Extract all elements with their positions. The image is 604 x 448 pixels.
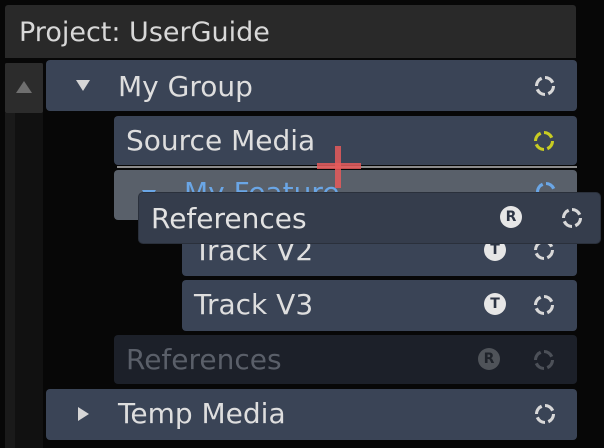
tree-row-track-v3[interactable]: Track V3 T [182, 280, 577, 331]
track-type-badge-icon: T [484, 293, 506, 315]
tree-row-references-placeholder[interactable]: References R [114, 335, 577, 384]
project-browser-panel: Project: UserGuide My Group Source Media… [0, 0, 604, 448]
sync-icon[interactable] [533, 74, 557, 98]
drag-ghost-label: References [151, 202, 307, 235]
tree-row-label: Source Media [126, 124, 316, 157]
project-title: Project: UserGuide [19, 17, 270, 48]
expand-arrow-icon[interactable] [78, 407, 89, 421]
collapse-arrow-icon[interactable] [76, 80, 90, 91]
sync-icon[interactable] [532, 348, 556, 372]
sync-icon[interactable] [533, 402, 557, 426]
tree-row-source-media[interactable]: Source Media [114, 116, 577, 165]
tree-row-my-group[interactable]: My Group [46, 60, 577, 111]
project-header: Project: UserGuide [5, 5, 576, 58]
sync-icon[interactable] [560, 206, 584, 230]
tree-row-label: References [126, 343, 282, 376]
tree-row-label: Track V3 [194, 288, 314, 321]
drag-cursor-icon-stem [335, 146, 341, 188]
drag-ghost-references[interactable]: References R [139, 193, 600, 243]
scroll-up-button[interactable] [5, 63, 43, 113]
tree-row-temp-media[interactable]: Temp Media [46, 389, 577, 440]
sync-icon[interactable] [532, 129, 556, 153]
references-badge-icon: R [500, 206, 522, 228]
arrow-up-icon [16, 81, 32, 93]
sync-icon[interactable] [532, 293, 556, 317]
scrollbar-gutter [5, 113, 15, 448]
tree-row-label: Temp Media [118, 397, 286, 430]
references-badge-icon: R [478, 348, 500, 370]
tree-row-label: My Group [118, 70, 253, 103]
